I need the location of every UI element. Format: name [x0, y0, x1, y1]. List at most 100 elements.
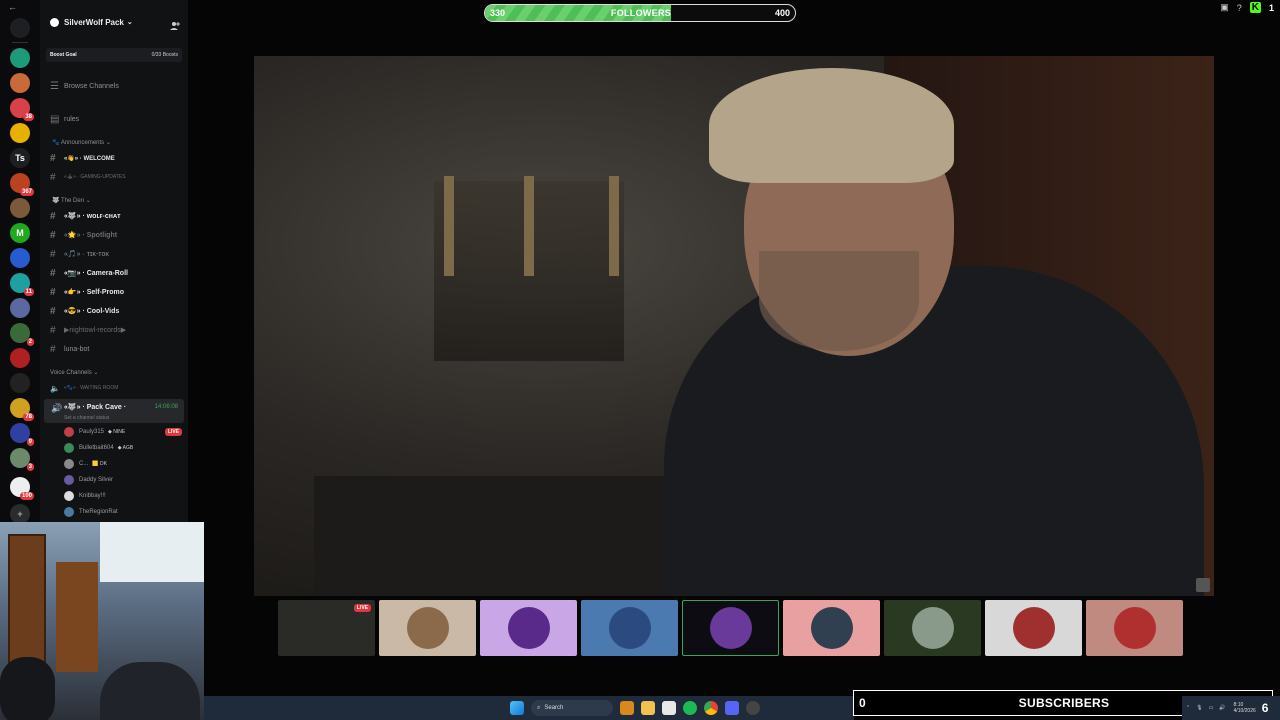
server-icon-server-13[interactable] — [10, 348, 30, 368]
hash-icon: # — [50, 267, 56, 279]
channel-luna-bot[interactable]: # luna-bot — [50, 341, 184, 357]
boost-goal-label: Boost Goal — [50, 52, 77, 58]
voice-user[interactable]: Bulletbait604 ◆ AGB — [64, 441, 182, 455]
back-arrow-icon[interactable]: ← — [8, 2, 17, 12]
hash-icon: # — [50, 343, 56, 355]
browse-channels[interactable]: ☰ Browse Channels — [50, 78, 184, 94]
hash-icon: # — [50, 229, 56, 241]
category-voice-channels[interactable]: Voice Channels ⌄ — [50, 369, 98, 376]
server-icon-server-9[interactable] — [10, 248, 30, 268]
channel-wolf-chat[interactable]: # «🐺» · ᴡᴏʟғ-ᴄʜᴀᴛ — [50, 208, 184, 224]
mic-icon[interactable]: 🎙 — [1196, 705, 1202, 711]
voice-user[interactable]: TheRegionRat — [64, 505, 182, 519]
file-explorer-icon[interactable] — [641, 701, 655, 715]
server-icon-server-15[interactable]: 78 — [10, 398, 34, 421]
server-icon-server-3[interactable]: 38 — [10, 98, 34, 121]
server-icon-server-7[interactable] — [10, 198, 30, 218]
channel-spotlight[interactable]: # «🌟» · Spotlight — [50, 227, 184, 243]
channel-gaming-updates[interactable]: # «🕹» · GAMING-UPDATES — [50, 169, 184, 185]
server-icon-server-17[interactable]: 3 — [10, 448, 34, 471]
browse-channels-label: Browse Channels — [64, 82, 119, 90]
system-tray: ⌃ 🎙 ▭ 🔊 8:10 4/10/2026 6 — [1182, 696, 1280, 720]
thumb-wolf-moon[interactable] — [480, 600, 577, 656]
category-the-den[interactable]: 🐺 The Den ⌄ — [52, 197, 91, 204]
stream-video[interactable] — [254, 56, 1214, 596]
desktop: { "window": {"back_glyph": "←"}, "rail":… — [0, 0, 1280, 720]
unread-badge: 78 — [23, 413, 34, 421]
voice-channel-pack-cave[interactable]: 🔊 «🐺» · Pack Cave · Set a channel status… — [44, 399, 184, 423]
channel-tik-tok[interactable]: # «🎵» · ᴛɪᴋ-ᴛᴏᴋ — [50, 246, 184, 262]
chrome-icon[interactable] — [704, 701, 718, 715]
server-icon-server-12[interactable]: 2 — [10, 323, 34, 346]
voice-user[interactable]: C... 🟨 DK — [64, 457, 182, 471]
thumb-purple-wings[interactable] — [682, 600, 779, 656]
voice-user-tag: ◆ NINE — [108, 429, 126, 435]
server-header[interactable]: SilverWolf Pack ⌄ — [40, 0, 188, 44]
channel-welcome[interactable]: # «👋» · WELCOME — [50, 150, 184, 166]
volume-icon[interactable]: 🔊 — [1219, 705, 1225, 711]
voice-user-name: C... — [79, 461, 89, 467]
hash-icon: # — [50, 305, 56, 317]
unread-badge: 11 — [23, 288, 34, 296]
inbox-icon[interactable]: ▣ — [1220, 2, 1229, 13]
boost-goal[interactable]: Boost Goal 0/33 Boosts — [46, 48, 182, 62]
app-wolf-icon[interactable] — [620, 701, 634, 715]
server-icon-server-10[interactable]: 11 — [10, 273, 34, 296]
channel-nightowl-records[interactable]: # ▶nightowl-records▶ — [50, 322, 184, 338]
server-icon-server-16[interactable]: 9 — [10, 423, 34, 446]
help-icon[interactable]: ? — [1237, 3, 1242, 13]
monitor-icon[interactable]: ▭ — [1209, 705, 1214, 711]
thumb-anime[interactable] — [1086, 600, 1183, 656]
participant-avatar — [810, 607, 853, 649]
fullscreen-icon[interactable] — [1196, 578, 1210, 592]
tray-chevron-icon[interactable]: ⌃ — [1186, 705, 1190, 711]
voice-channel-waiting-room[interactable]: 🔈 «🐾» · WAITING ROOM — [50, 380, 184, 396]
app-grid-icon[interactable] — [662, 701, 676, 715]
server-icon-server-4[interactable] — [10, 123, 30, 143]
webcam-chair — [0, 657, 55, 720]
server-icon-server-ts[interactable]: Ts — [10, 148, 30, 168]
server-icon-server-18[interactable]: 100 — [10, 477, 34, 500]
thumb-dog[interactable] — [379, 600, 476, 656]
spotify-icon[interactable] — [683, 701, 697, 715]
thumb-dk-logo[interactable] — [985, 600, 1082, 656]
discord-icon[interactable] — [725, 701, 739, 715]
add-server-icon[interactable]: + — [10, 504, 30, 524]
obs-icon[interactable] — [746, 701, 760, 715]
hash-icon: # — [50, 152, 56, 164]
taskbar-clock[interactable]: 8:10 4/10/2026 — [1234, 702, 1256, 714]
server-icon-server-1[interactable] — [10, 48, 30, 68]
channel-self-promo[interactable]: # «👉» · Self-Promo — [50, 284, 184, 300]
webcam-overlay — [0, 522, 204, 720]
server-icon-server-14[interactable] — [10, 373, 30, 393]
add-member-icon[interactable] — [170, 21, 180, 31]
voice-user[interactable]: Knibbay!!! — [64, 489, 182, 503]
thumb-avatar-pink[interactable] — [783, 600, 880, 656]
server-icon-server-6[interactable]: 367 — [10, 173, 34, 196]
thumb-skull[interactable] — [581, 600, 678, 656]
channel-camera-roll[interactable]: # «📷» · Camera-Roll — [50, 265, 184, 281]
participant-avatar — [911, 607, 954, 649]
channel-rules-label: rules — [64, 115, 80, 123]
top-right-controls: ▣ ? K 1 — [1220, 2, 1274, 13]
notification-count[interactable]: 6 — [1262, 701, 1269, 715]
voice-user-name: Daddy Silver — [79, 477, 114, 483]
server-icon-server-2[interactable] — [10, 73, 30, 93]
channel-cool-vids[interactable]: # «😎» · Cool-Vids — [50, 303, 184, 319]
server-icon-server-11[interactable] — [10, 298, 30, 318]
channel-wolf-chat-label: «🐺» · ᴡᴏʟғ-ᴄʜᴀᴛ — [64, 213, 121, 220]
channel-rules[interactable]: ▤ rules — [50, 111, 184, 127]
server-icon-server-m[interactable]: M — [10, 223, 30, 243]
voice-user[interactable]: Daddy Silver — [64, 473, 182, 487]
thumb-wolf-green[interactable] — [884, 600, 981, 656]
windows-start-icon[interactable] — [510, 701, 524, 715]
server-icon-discord-home[interactable] — [10, 18, 30, 38]
voice-user[interactable]: Pauly315 ◆ NINE LIVE — [64, 425, 182, 439]
category-announcements[interactable]: 🐾 Announcements ⌄ — [52, 139, 111, 146]
avatar — [64, 491, 74, 501]
category-announcements-label: Announcements — [60, 140, 105, 146]
unread-badge: 38 — [23, 113, 34, 121]
taskbar-search[interactable]: ⌕ Search — [531, 700, 613, 716]
thumb-stream-live[interactable]: LIVE — [278, 600, 375, 656]
channel-status[interactable]: Set a channel status — [64, 415, 109, 421]
